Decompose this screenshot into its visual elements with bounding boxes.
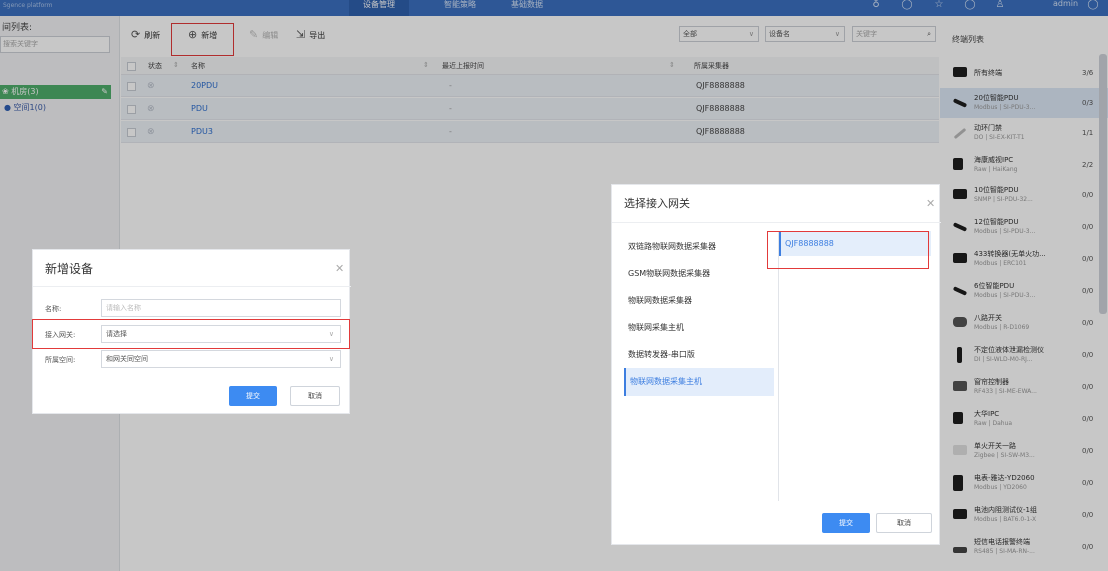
cancel-button[interactable]: 取消: [876, 513, 932, 533]
submit-button[interactable]: 提交: [822, 513, 870, 533]
name-label: 名称:: [45, 305, 62, 313]
space-select[interactable]: 和网关同空间 ∨: [101, 350, 341, 368]
gateway-label: 接入网关:: [45, 331, 76, 339]
chevron-down-icon: ∨: [328, 330, 334, 338]
name-input[interactable]: 请输入名称: [101, 299, 341, 317]
chevron-down-icon: ∨: [328, 355, 334, 363]
dialog-divider: [33, 286, 351, 287]
dialog-title: 选择接入网关: [624, 197, 690, 210]
gateway-category-item[interactable]: 数据转发器-串口版: [624, 341, 774, 369]
gateway-category-item[interactable]: 物联网数据采集器: [624, 287, 774, 315]
gateway-field-row: 接入网关: 请选择 ∨: [33, 325, 351, 345]
gateway-category-item[interactable]: GSM物联网数据采集器: [624, 260, 774, 288]
submit-button[interactable]: 提交: [229, 386, 277, 406]
dialog-divider: [612, 222, 941, 223]
gateway-list: QJF8888888: [778, 231, 931, 501]
dialog-title: 新增设备: [45, 262, 94, 276]
space-select-value: 和网关同空间: [106, 355, 148, 363]
gateway-list-item[interactable]: QJF8888888: [779, 231, 931, 256]
gateway-select-value: 请选择: [106, 330, 127, 338]
close-icon[interactable]: ✕: [335, 262, 344, 275]
gateway-category-item-selected[interactable]: 物联网数据采集主机: [624, 368, 774, 396]
gateway-category-item[interactable]: 双链路物联网数据采集器: [624, 233, 774, 261]
gateway-select[interactable]: 请选择 ∨: [101, 325, 341, 343]
cancel-button[interactable]: 取消: [290, 386, 340, 406]
close-icon[interactable]: ✕: [926, 197, 935, 210]
add-device-dialog: 新增设备 ✕ 名称: 请输入名称 接入网关: 请选择 ∨ 所属空间: 和网关同空间…: [32, 249, 351, 414]
space-label: 所属空间:: [45, 356, 76, 364]
select-gateway-dialog: 选择接入网关 ✕ 双链路物联网数据采集器 GSM物联网数据采集器 物联网数据采集…: [611, 184, 941, 545]
name-field-row: 名称: 请输入名称: [33, 299, 351, 319]
space-field-row: 所属空间: 和网关同空间 ∨: [33, 350, 351, 370]
gateway-category-item[interactable]: 物联网采集主机: [624, 314, 774, 342]
